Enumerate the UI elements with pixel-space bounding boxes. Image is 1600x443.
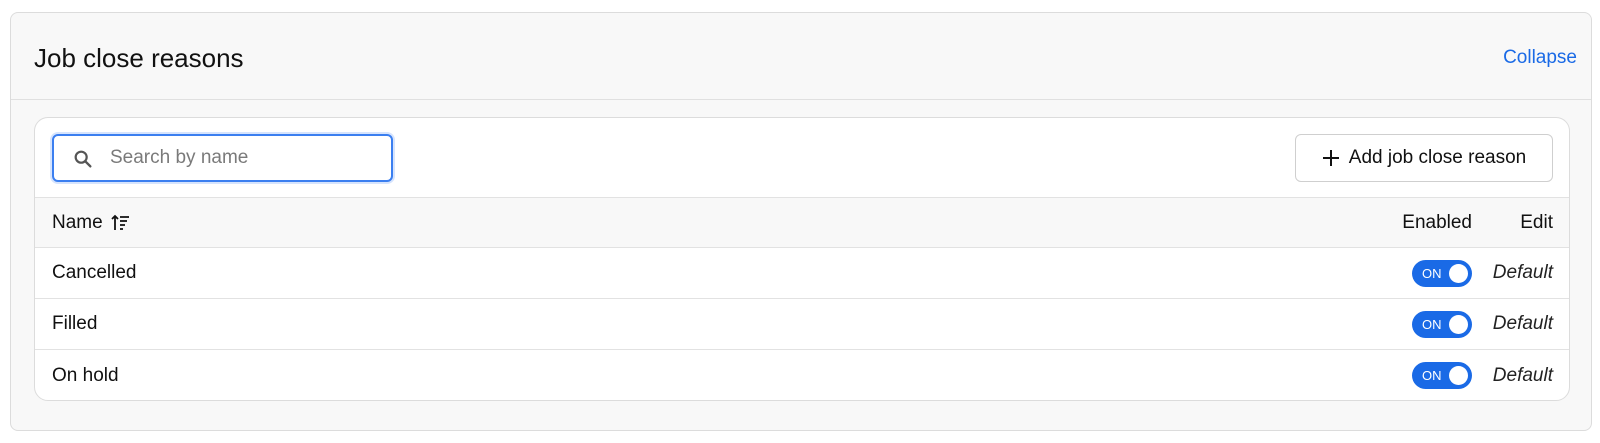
search-box[interactable] — [52, 134, 393, 182]
toggle-label: ON — [1422, 266, 1442, 281]
collapse-link[interactable]: Collapse — [1503, 47, 1577, 69]
row-name: Filled — [52, 313, 98, 334]
enabled-toggle[interactable]: ON — [1412, 311, 1472, 338]
table-row: On hold ON Default — [35, 350, 1569, 400]
enabled-toggle[interactable]: ON — [1412, 260, 1472, 287]
enabled-toggle[interactable]: ON — [1412, 362, 1472, 389]
search-input[interactable] — [110, 136, 380, 180]
table-header-row: Name Enabled Edit — [35, 198, 1569, 248]
row-edit-value: Default — [1492, 313, 1553, 334]
toggle-knob — [1449, 315, 1468, 334]
toggle-label: ON — [1422, 368, 1442, 383]
panel-header: Job close reasons Collapse — [11, 13, 1591, 100]
row-name: On hold — [52, 364, 119, 386]
column-header-name: Name — [52, 198, 131, 247]
sort-ascending-icon[interactable] — [111, 213, 131, 233]
table-row: Cancelled ON Default — [35, 248, 1569, 299]
column-header-edit: Edit — [1520, 211, 1553, 233]
plus-icon — [1322, 150, 1339, 166]
reasons-card: Add job close reason Name Enabled — [34, 117, 1570, 401]
toggle-knob — [1449, 366, 1468, 385]
toolbar: Add job close reason — [35, 118, 1569, 198]
row-edit-value: Default — [1492, 262, 1553, 283]
toggle-label: ON — [1422, 317, 1442, 332]
row-edit-value: Default — [1492, 364, 1553, 386]
toggle-knob — [1449, 264, 1468, 283]
reasons-table: Name Enabled Edit Cancelled ON Default F… — [35, 198, 1569, 400]
add-job-close-reason-button[interactable]: Add job close reason — [1295, 134, 1553, 182]
search-icon — [74, 150, 92, 168]
column-header-name-label: Name — [52, 211, 103, 233]
panel-title: Job close reasons — [34, 43, 244, 73]
row-name: Cancelled — [52, 262, 137, 283]
job-close-reasons-panel: Job close reasons Collapse Add job close… — [10, 12, 1592, 431]
column-header-enabled: Enabled — [1402, 211, 1472, 233]
table-row: Filled ON Default — [35, 299, 1569, 350]
add-button-label: Add job close reason — [1348, 147, 1527, 168]
